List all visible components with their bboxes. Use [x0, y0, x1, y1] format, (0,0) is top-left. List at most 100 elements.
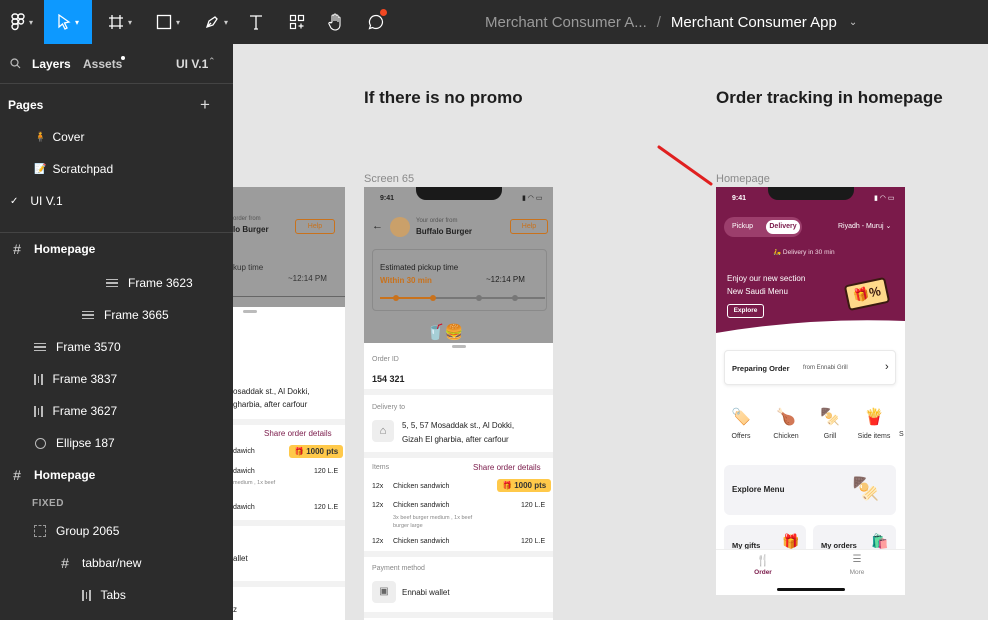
category-grill[interactable]: 🍢 Grill — [815, 407, 845, 440]
share-order-link[interactable]: Share order details — [473, 463, 541, 472]
figma-logo-icon — [11, 13, 25, 31]
auto-layout-horizontal-icon — [34, 373, 43, 385]
help-button[interactable]: Help — [510, 219, 548, 234]
share-order-link[interactable]: Share order details — [264, 429, 332, 438]
sheet-handle[interactable] — [243, 310, 257, 313]
tab-order[interactable]: Order — [751, 569, 775, 576]
home-indicator — [777, 588, 845, 591]
category-label: Offers — [731, 433, 751, 440]
emoji-person-icon: 🧍 — [34, 131, 47, 143]
layer-label: Frame 3623 — [128, 276, 193, 290]
category-label: Side items — [857, 433, 891, 440]
phone-notch — [416, 187, 502, 200]
restaurant-name: lo Burger — [233, 225, 269, 234]
help-button[interactable]: Help — [295, 219, 335, 234]
offers-icon: 🏷️ — [731, 409, 751, 426]
heading-no-promo: If there is no promo — [364, 88, 523, 107]
pen-icon — [205, 16, 218, 29]
layer-group-2065[interactable]: Group 2065 — [0, 515, 233, 547]
section-divider — [364, 612, 553, 618]
layer-frame-3665[interactable]: Frame 3665 — [0, 299, 233, 331]
frame-label-homepage[interactable]: Homepage — [716, 173, 770, 185]
page-item-cover[interactable]: 🧍 Cover — [0, 121, 233, 153]
order-id-label: Order ID — [372, 356, 399, 363]
category-more-partial[interactable]: S — [899, 431, 905, 438]
location-selector[interactable]: Riyadh - Muruj ⌄ — [838, 222, 891, 230]
homepage-screen[interactable]: 9:41 ▮ ◠ ▭ Pickup Delivery Riyadh - Muru… — [716, 187, 905, 595]
project-name[interactable]: Merchant Consumer A... — [485, 14, 647, 31]
preparing-from: from Ennabi Grill — [803, 365, 848, 371]
pen-tool-button[interactable]: ▾ — [196, 0, 236, 44]
layer-frame-3570[interactable]: Frame 3570 — [0, 331, 233, 363]
category-side-items[interactable]: 🍟 Side items — [855, 407, 893, 440]
layer-homepage-1[interactable]: # Homepage — [0, 233, 233, 265]
ellipse-icon — [35, 437, 46, 449]
page-selector[interactable]: UI V.1 — [176, 57, 208, 71]
explore-button[interactable]: Explore — [727, 304, 764, 318]
tab-layers[interactable]: Layers — [32, 57, 71, 71]
red-annotation-arrow — [657, 145, 713, 186]
layer-frame-3627[interactable]: Frame 3627 — [0, 395, 233, 427]
phone-notch — [768, 187, 854, 200]
item-name: Chicken sandwich — [393, 502, 450, 509]
menu-icon[interactable]: ☰ — [847, 554, 867, 565]
frame-tool-button[interactable]: ▾ — [100, 0, 140, 44]
frame-label-screen65[interactable]: Screen 65 — [364, 173, 414, 185]
top-toolbar: ▾ ▾ ▾ ▾ ▾ Merchant Consumer A... / Merch… — [0, 0, 988, 44]
item-name: dawich — [233, 468, 255, 475]
points-badge: 🎁 1000 pts — [497, 479, 552, 492]
fork-knife-icon[interactable]: 🍴 — [753, 554, 773, 567]
item-name: dawich — [233, 448, 255, 455]
search-icon[interactable] — [10, 58, 21, 69]
text-tool-button[interactable] — [244, 0, 268, 44]
layer-frame-3837[interactable]: Frame 3837 — [0, 363, 233, 395]
progress-step — [512, 295, 518, 301]
category-chicken[interactable]: 🍗 Chicken — [771, 407, 801, 440]
layer-ellipse-187[interactable]: Ellipse 187 — [0, 427, 233, 459]
layer-frame-3623[interactable]: Frame 3623 — [0, 267, 233, 299]
main-menu-button[interactable]: ▾ — [0, 0, 44, 44]
tab-assets[interactable]: Assets — [83, 57, 122, 71]
move-tool-button[interactable]: ▾ — [44, 0, 92, 44]
item-name: dawich — [233, 504, 255, 511]
bottom-tabbar: 🍴 Order ☰ More — [716, 549, 905, 595]
chevron-up-icon[interactable]: ⌃ — [208, 56, 216, 67]
page-item-ui-v1[interactable]: ✓ UI V.1 — [0, 185, 233, 217]
delivery-eta: 🛵 Delivery in 30 min — [773, 248, 835, 256]
promo-line1: Enjoy our new section — [727, 274, 806, 283]
partial-order-screen[interactable]: order from lo Burger Help kup time ~12:1… — [233, 187, 345, 620]
back-arrow-icon[interactable]: ← — [372, 220, 383, 232]
shape-tool-button[interactable]: ▾ — [148, 0, 188, 44]
screen-65-order-tracking[interactable]: 9:41 ▮ ◠ ▭ ← Your order from Buffalo Bur… — [364, 187, 553, 620]
hand-tool-button[interactable] — [324, 0, 348, 44]
layer-tabs[interactable]: Tabs — [0, 579, 233, 611]
chevron-down-icon[interactable]: ⌄ — [849, 17, 857, 28]
pickup-delivery-toggle[interactable]: Pickup Delivery — [724, 217, 802, 237]
category-label: Chicken — [773, 433, 799, 440]
file-name[interactable]: Merchant Consumer App — [671, 14, 837, 31]
section-divider — [233, 419, 345, 425]
layer-label: Homepage — [34, 242, 96, 256]
layer-tabbar-new[interactable]: # tabbar/new — [0, 547, 233, 579]
toggle-delivery[interactable]: Delivery — [766, 220, 800, 234]
sheet-handle[interactable] — [452, 345, 466, 348]
resources-button[interactable] — [285, 0, 309, 44]
category-offers[interactable]: 🏷️ Offers — [726, 407, 756, 440]
tab-more[interactable]: More — [845, 569, 869, 576]
address-line1: 5, 5, 57 Mosaddak st., Al Dokki, — [402, 421, 515, 430]
cursor-icon — [58, 14, 71, 30]
payment-label: Payment method — [372, 565, 425, 572]
frame-icon: # — [13, 241, 21, 257]
address-line2: gharbia, after carfour — [233, 400, 308, 409]
page-item-scratchpad[interactable]: 📝 Scratchpad — [0, 153, 233, 185]
preparing-label: Preparing Order — [732, 364, 790, 373]
progress-track — [233, 296, 345, 297]
pages-header: Pages + — [0, 89, 233, 121]
toggle-pickup[interactable]: Pickup — [732, 223, 753, 230]
explore-menu-card[interactable]: Explore Menu 🍢 — [724, 465, 896, 515]
comment-tool-button[interactable] — [364, 0, 388, 44]
promo-line2: New Saudi Menu — [727, 287, 788, 296]
progress-step — [393, 295, 399, 301]
add-page-icon[interactable]: + — [200, 95, 210, 115]
preparing-order-card[interactable]: Preparing Order from Ennabi Grill › — [724, 350, 896, 385]
